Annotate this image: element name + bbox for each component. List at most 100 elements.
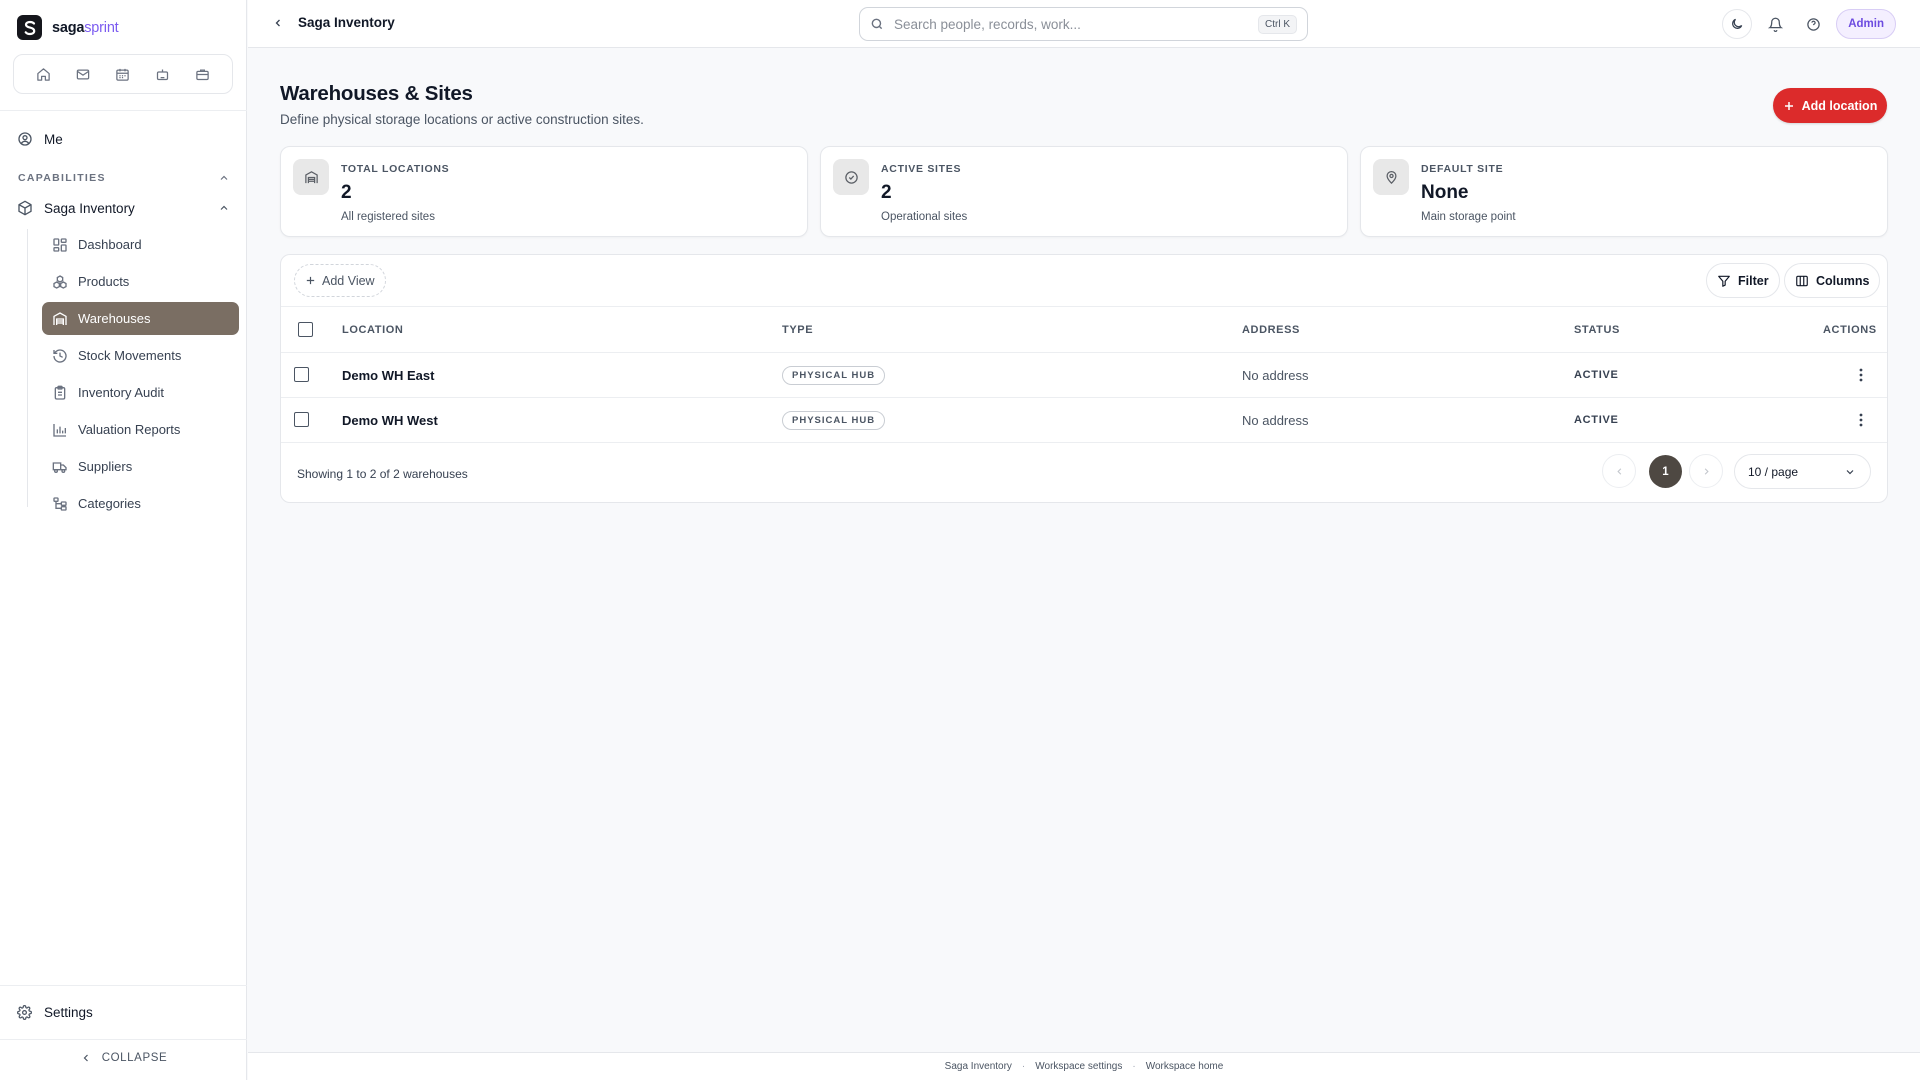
address-cell: No address [1242, 413, 1309, 428]
breadcrumb-title[interactable]: Saga Inventory [298, 15, 395, 30]
collapse-button[interactable]: COLLAPSE [0, 1052, 247, 1064]
bot-icon[interactable] [149, 60, 177, 88]
chevron-up-icon [218, 202, 230, 214]
global-search[interactable]: Ctrl K [859, 7, 1308, 41]
page-size-value: 10 / page [1748, 464, 1799, 479]
address-cell: No address [1242, 368, 1309, 383]
page-number-button[interactable]: 1 [1649, 455, 1682, 488]
sidebar-item-label: Dashboard [78, 237, 142, 252]
stat-card-active-sites: ACTIVE SITES 2 Operational sites [820, 146, 1348, 237]
chevron-left-icon [1614, 466, 1625, 477]
brand[interactable]: sagasprint [17, 15, 119, 40]
button-label: Filter [1738, 273, 1769, 288]
column-header-type[interactable]: TYPE [782, 324, 813, 336]
button-label: Columns [1816, 273, 1870, 288]
column-header-address[interactable]: ADDRESS [1242, 324, 1300, 336]
brand-logo-icon [17, 15, 42, 40]
chevron-up-icon [218, 172, 230, 184]
sidebar-item-warehouses[interactable]: Warehouses [42, 302, 239, 335]
add-location-button[interactable]: Add location [1773, 88, 1887, 123]
sidebar-item-me[interactable]: Me [17, 131, 63, 147]
stat-value: 2 [881, 182, 892, 203]
sidebar-item-stock-movements[interactable]: Stock Movements [42, 339, 239, 372]
status-badge: ACTIVE [1574, 369, 1619, 381]
status-badge: ACTIVE [1574, 414, 1619, 426]
sidebar-item-categories[interactable]: Categories [42, 487, 239, 520]
building-icon [293, 159, 329, 195]
sidebar-item-products[interactable]: Products [42, 265, 239, 298]
location-name[interactable]: Demo WH West [342, 413, 438, 428]
theme-toggle-button[interactable] [1722, 9, 1753, 39]
stat-note: Main storage point [1421, 211, 1516, 223]
location-name[interactable]: Demo WH East [342, 368, 434, 383]
divider [0, 985, 247, 986]
previous-page-button[interactable] [1602, 454, 1636, 488]
sidebar-item-suppliers[interactable]: Suppliers [42, 450, 239, 483]
capabilities-header[interactable]: CAPABILITIES [18, 172, 230, 184]
row-checkbox[interactable] [294, 367, 309, 382]
column-header-location[interactable]: LOCATION [342, 324, 403, 336]
brand-name: sagasprint [52, 19, 119, 36]
help-button[interactable] [1798, 9, 1828, 39]
admin-badge-button[interactable]: Admin [1836, 9, 1896, 39]
stat-value: 2 [341, 182, 352, 203]
sidebar-item-label: Warehouses [78, 311, 151, 326]
sidebar-item-label: Inventory Audit [78, 385, 164, 400]
divider [0, 1039, 247, 1040]
mail-icon[interactable] [69, 60, 97, 88]
column-header-status[interactable]: STATUS [1574, 324, 1620, 336]
divider [0, 110, 247, 111]
add-view-button[interactable]: Add View [294, 264, 386, 297]
table-row[interactable]: Demo WH West PHYSICAL HUB No address ACT… [281, 398, 1887, 443]
module-nav: Dashboard Products Warehouses Stock Move… [42, 228, 239, 524]
row-actions-menu-icon[interactable] [1851, 410, 1871, 430]
table-row[interactable]: Demo WH East PHYSICAL HUB No address ACT… [281, 353, 1887, 398]
columns-icon [1795, 274, 1809, 288]
tree-icon [52, 496, 68, 512]
separator-dot: · [1132, 1061, 1136, 1072]
page-size-select[interactable]: 10 / page [1734, 454, 1871, 489]
sidebar-item-inventory-audit[interactable]: Inventory Audit [42, 376, 239, 409]
type-badge: PHYSICAL HUB [782, 411, 886, 430]
footer-link-workspace-home[interactable]: Workspace home [1146, 1061, 1224, 1072]
row-actions-menu-icon[interactable] [1851, 365, 1871, 385]
truck-icon [52, 459, 68, 475]
search-input[interactable] [894, 16, 1258, 32]
clipboard-icon [52, 385, 68, 401]
next-page-button[interactable] [1689, 454, 1723, 488]
calendar-icon[interactable] [109, 60, 137, 88]
top-bar: Saga Inventory Ctrl K Admin [248, 0, 1920, 48]
map-pin-icon [1373, 159, 1409, 195]
row-checkbox[interactable] [294, 412, 309, 427]
notifications-button[interactable] [1760, 9, 1790, 39]
back-chevron-icon[interactable] [272, 17, 284, 29]
sidebar-item-label: Me [44, 131, 63, 147]
module-saga-inventory[interactable]: Saga Inventory [17, 200, 230, 216]
sidebar-item-settings[interactable]: Settings [17, 1005, 93, 1020]
footer-link-saga-inventory[interactable]: Saga Inventory [945, 1061, 1012, 1072]
sidebar-item-valuation-reports[interactable]: Valuation Reports [42, 413, 239, 446]
filter-button[interactable]: Filter [1706, 263, 1780, 298]
column-header-actions: ACTIONS [1823, 324, 1877, 336]
footer-link-workspace-settings[interactable]: Workspace settings [1035, 1061, 1122, 1072]
briefcase-icon[interactable] [188, 60, 216, 88]
sidebar-item-dashboard[interactable]: Dashboard [42, 228, 239, 261]
filter-icon [1717, 274, 1731, 288]
sidebar-item-label: Valuation Reports [78, 422, 181, 437]
dashboard-icon [52, 237, 68, 253]
sidebar-item-label: Products [78, 274, 130, 289]
chevron-right-icon [1701, 466, 1712, 477]
stat-label: TOTAL LOCATIONS [341, 163, 450, 175]
type-badge: PHYSICAL HUB [782, 366, 886, 385]
nav-tree-line [27, 229, 28, 507]
top-bar-actions: Admin [1722, 9, 1896, 39]
home-icon[interactable] [30, 60, 58, 88]
stat-card-total-locations: TOTAL LOCATIONS 2 All registered sites [280, 146, 808, 237]
warehouses-table-card: Add View Filter Columns LOCATION TYPE AD… [280, 254, 1888, 503]
select-all-checkbox[interactable] [298, 322, 313, 337]
sidebar-item-label: Settings [44, 1005, 93, 1020]
table-header: LOCATION TYPE ADDRESS STATUS ACTIONS [281, 307, 1887, 353]
history-icon [52, 348, 68, 364]
table-toolbar: Add View Filter Columns [281, 255, 1887, 307]
columns-button[interactable]: Columns [1784, 263, 1881, 298]
